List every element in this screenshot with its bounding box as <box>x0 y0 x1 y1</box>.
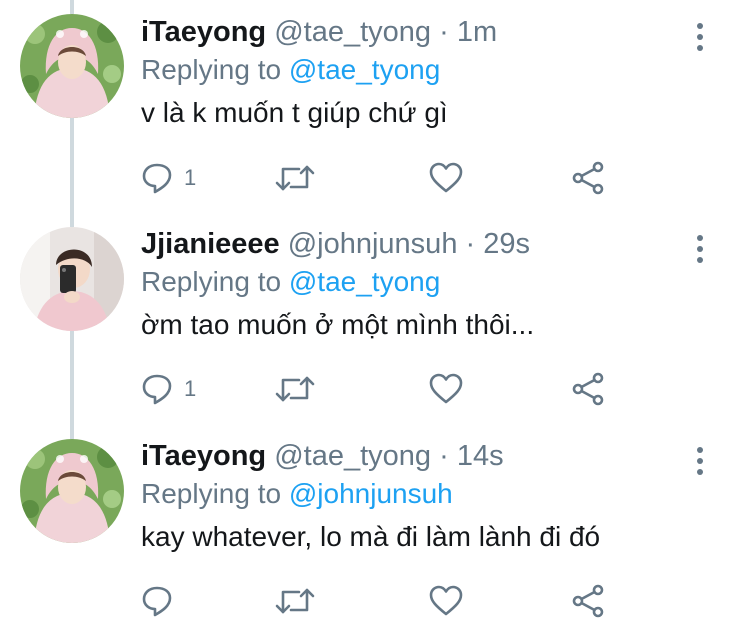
retweet-button[interactable] <box>275 369 315 409</box>
reply-count: 1 <box>184 165 197 190</box>
share-icon <box>572 161 604 195</box>
like-button[interactable] <box>428 158 464 198</box>
reply-icon <box>142 374 172 405</box>
more-options-icon[interactable] <box>690 234 710 264</box>
replying-to-line: Replying to @johnjunsuh <box>141 476 690 512</box>
tweet[interactable]: Jjianieeee @johnjunsuh · 29s Replying to… <box>0 212 750 424</box>
user-handle[interactable]: @johnjunsuh <box>288 228 458 260</box>
share-button[interactable] <box>570 369 606 409</box>
reply-button[interactable]: 1 <box>140 369 196 409</box>
share-icon <box>572 372 604 406</box>
avatar[interactable] <box>20 14 124 118</box>
replying-to-label: Replying to <box>141 54 282 85</box>
tweet[interactable]: iTaeyong @tae_tyong · 1m Replying to @ta… <box>0 0 750 212</box>
pink-hoodie-avatar-image <box>20 14 124 118</box>
pink-hoodie-avatar-image <box>20 439 124 543</box>
reply-icon <box>142 163 172 194</box>
reply-button[interactable] <box>140 581 184 621</box>
mirror-selfie-avatar-image <box>20 227 124 331</box>
replying-to-line: Replying to @tae_tyong <box>141 264 690 300</box>
replying-to-label: Replying to <box>141 266 282 297</box>
timestamp[interactable]: 14s <box>457 440 504 472</box>
like-button[interactable] <box>428 369 464 409</box>
tweet-actions: 1 <box>140 369 620 409</box>
share-icon <box>572 584 604 618</box>
tweet-text: kay whatever, lo mà đi làm lành đi đó <box>141 521 601 552</box>
separator-dot: · <box>439 440 449 472</box>
avatar[interactable] <box>20 439 124 543</box>
replying-to-mention[interactable]: @tae_tyong <box>289 266 440 297</box>
replying-to-mention[interactable]: @johnjunsuh <box>289 478 453 509</box>
replying-to-label: Replying to <box>141 478 282 509</box>
reply-count: 1 <box>184 376 197 401</box>
tweet[interactable]: iTaeyong @tae_tyong · 14s Replying to @j… <box>0 424 750 631</box>
user-handle[interactable]: @tae_tyong <box>274 440 431 472</box>
reply-button[interactable]: 1 <box>140 158 196 198</box>
display-name[interactable]: iTaeyong <box>141 440 266 472</box>
replying-to-mention[interactable]: @tae_tyong <box>289 54 440 85</box>
retweet-icon <box>275 588 315 614</box>
more-options-icon[interactable] <box>690 446 710 476</box>
display-name[interactable]: Jjianieeee <box>141 228 280 260</box>
heart-icon <box>429 373 463 404</box>
retweet-button[interactable] <box>275 158 315 198</box>
user-handle[interactable]: @tae_tyong <box>274 16 431 48</box>
share-button[interactable] <box>570 581 606 621</box>
retweet-icon <box>275 376 315 402</box>
more-options-icon[interactable] <box>690 22 710 52</box>
tweet-actions <box>140 581 620 621</box>
heart-icon <box>429 162 463 193</box>
timestamp[interactable]: 1m <box>457 16 497 48</box>
reply-icon <box>142 586 172 617</box>
tweet-text: v là k muốn t giúp chứ gì <box>141 97 448 128</box>
like-button[interactable] <box>428 581 464 621</box>
replying-to-line: Replying to @tae_tyong <box>141 52 690 88</box>
share-button[interactable] <box>570 158 606 198</box>
retweet-icon <box>275 165 315 191</box>
separator-dot: · <box>465 228 476 260</box>
avatar[interactable] <box>20 227 124 331</box>
tweet-text: ờm tao muốn ở một mình thôi... <box>141 309 535 340</box>
separator-dot: · <box>439 16 449 48</box>
display-name[interactable]: iTaeyong <box>141 16 266 48</box>
tweet-actions: 1 <box>140 158 620 198</box>
heart-icon <box>429 585 463 616</box>
timestamp[interactable]: 29s <box>483 228 530 260</box>
retweet-button[interactable] <box>275 581 315 621</box>
